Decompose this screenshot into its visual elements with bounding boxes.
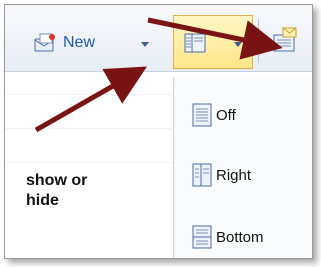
menu-item-bottom[interactable]: Bottom bbox=[192, 223, 264, 251]
new-button[interactable]: New bbox=[33, 31, 95, 55]
menu-item-off-label: Off bbox=[216, 106, 236, 124]
divider bbox=[5, 128, 172, 129]
toolbar: New bbox=[5, 5, 312, 72]
new-document-icon bbox=[34, 33, 55, 52]
new-button-label: New bbox=[63, 34, 96, 51]
menu-item-right-label: Right bbox=[216, 166, 252, 184]
toolbar-separator bbox=[258, 19, 259, 63]
new-dropdown-arrow-icon[interactable] bbox=[141, 42, 149, 47]
annotation-text: show or hide bbox=[26, 172, 88, 209]
reading-pane-icon bbox=[184, 33, 206, 53]
menu-item-bottom-label: Bottom bbox=[216, 228, 264, 246]
divider bbox=[5, 94, 172, 95]
chevron-down-icon bbox=[234, 42, 242, 47]
reading-pane-menu: Off Right Bottom bbox=[173, 77, 312, 258]
reading-pane-button[interactable] bbox=[173, 15, 253, 69]
screenshot-frame: New Off Right Bottom bbox=[4, 4, 313, 259]
message-list-icon[interactable] bbox=[271, 27, 299, 53]
reading-pane-off-icon bbox=[192, 103, 212, 127]
menu-item-off[interactable]: Off bbox=[192, 101, 236, 129]
reading-pane-bottom-icon bbox=[192, 225, 212, 249]
content-area bbox=[5, 72, 172, 258]
reading-pane-right-icon bbox=[192, 163, 212, 187]
menu-item-right[interactable]: Right bbox=[192, 161, 251, 189]
divider bbox=[5, 162, 172, 163]
